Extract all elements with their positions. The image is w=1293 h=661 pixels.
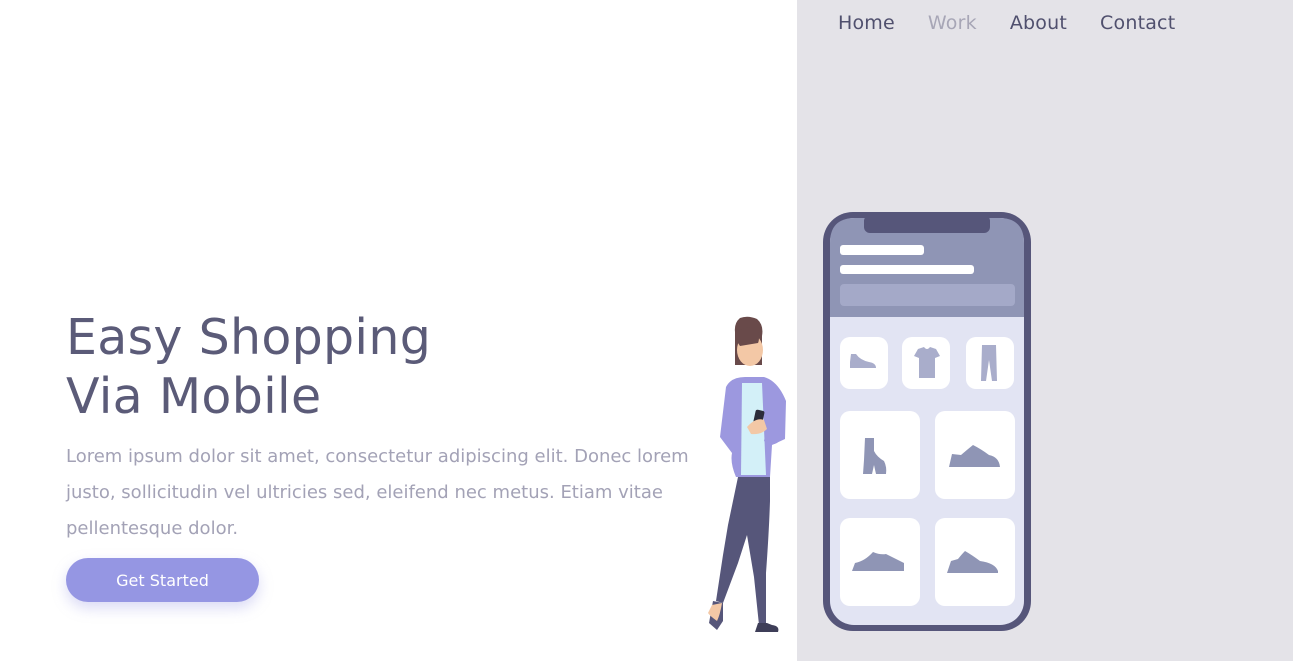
hero-title-line1: Easy Shopping [66, 309, 432, 366]
landing-page: Home Work About Contact Easy Shopping Vi… [0, 0, 1293, 661]
hero-illustration [708, 212, 1031, 632]
hero-description: Lorem ipsum dolor sit amet, consectetur … [66, 446, 689, 539]
main-navigation: Home Work About Contact [838, 12, 1208, 34]
get-started-button[interactable]: Get Started [66, 558, 259, 602]
hero-title-line2: Via Mobile [66, 368, 322, 425]
woman-with-phone-illustration [708, 316, 786, 632]
smartphone-illustration [823, 212, 1031, 631]
nav-link-work[interactable]: Work [928, 12, 977, 34]
nav-link-contact[interactable]: Contact [1100, 12, 1175, 34]
hero-title: Easy Shopping Via Mobile [66, 308, 431, 426]
nav-link-home[interactable]: Home [838, 12, 895, 34]
nav-link-about[interactable]: About [1010, 12, 1067, 34]
